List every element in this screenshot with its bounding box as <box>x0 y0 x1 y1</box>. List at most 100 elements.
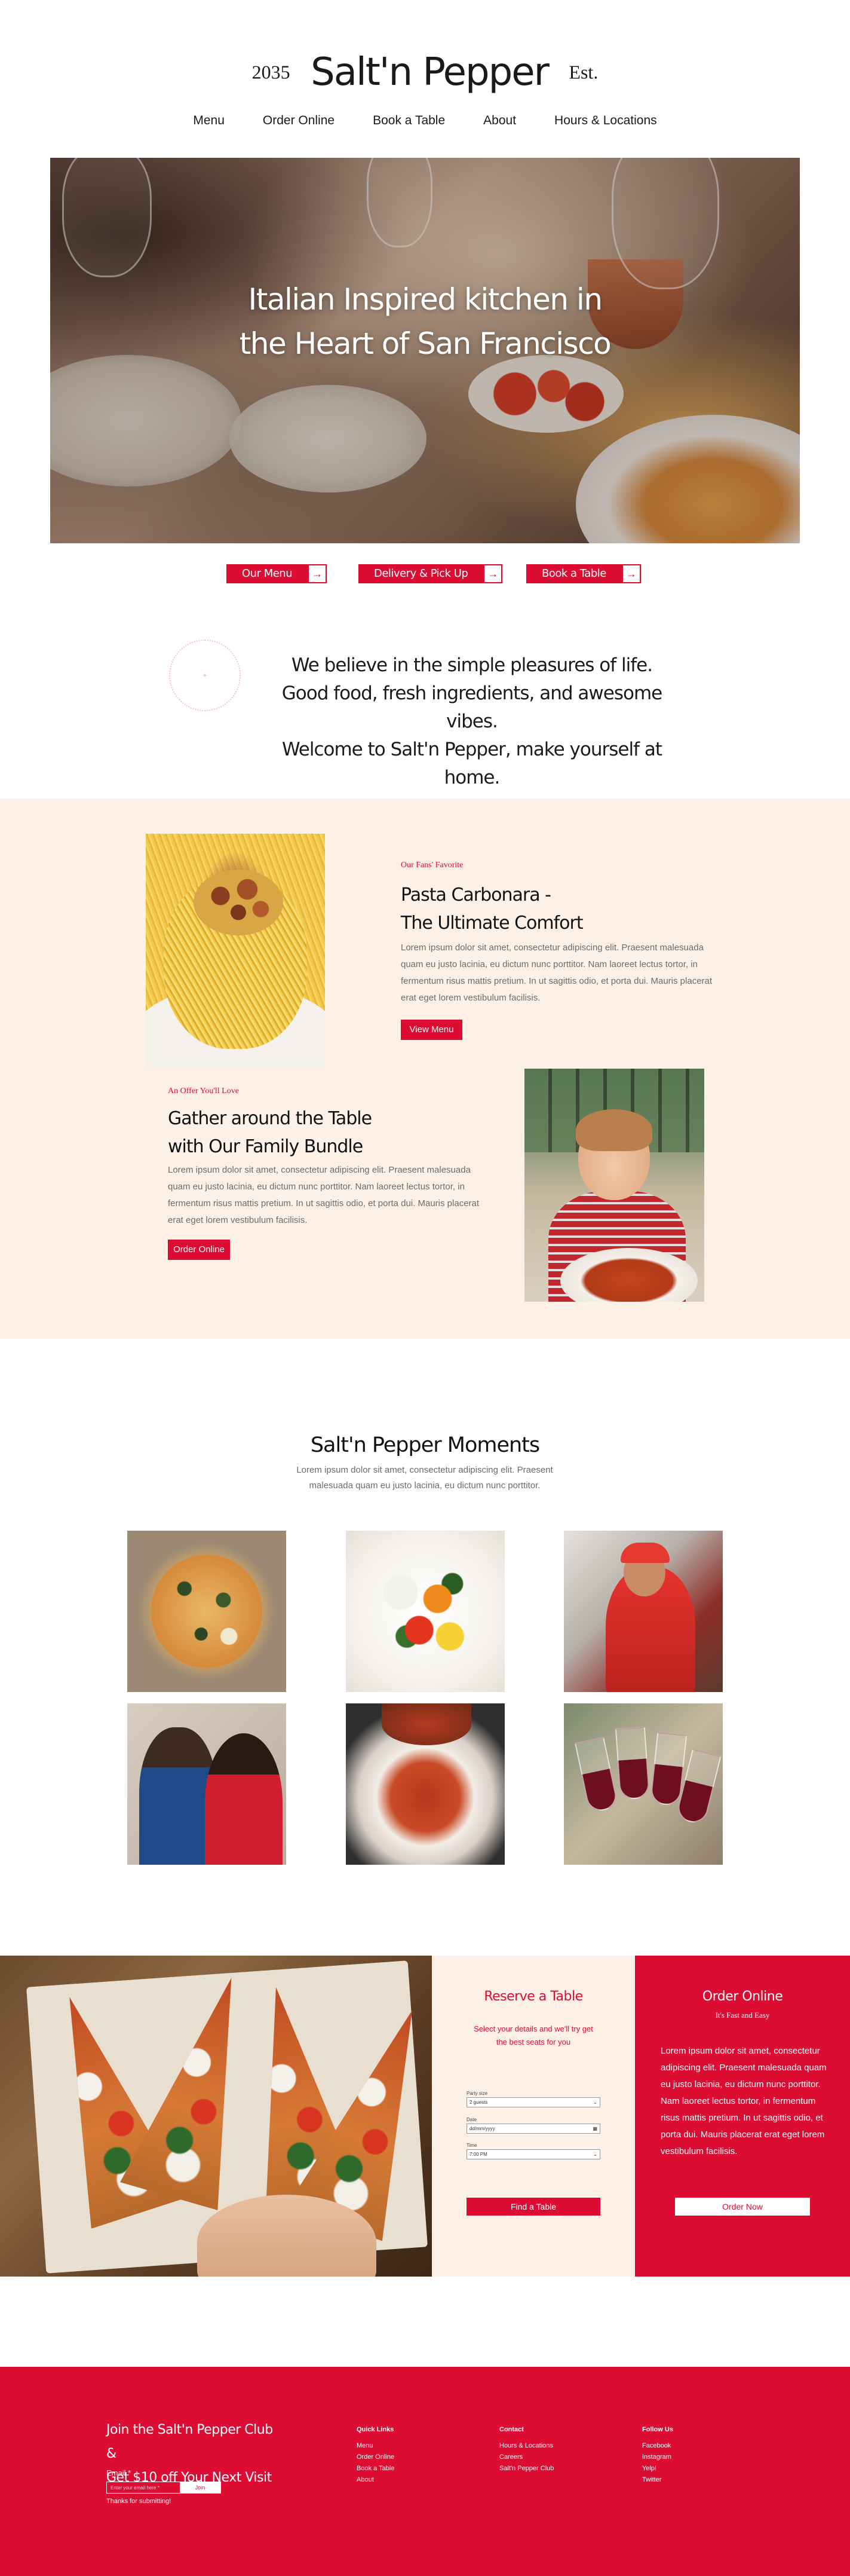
footer-link-yelp[interactable]: Yelp! <box>642 2463 673 2474</box>
time-label: Time <box>467 2143 477 2148</box>
gallery-pizza <box>151 1555 262 1668</box>
footer-link-instagram[interactable]: Instagram <box>642 2452 673 2463</box>
main-nav: Menu Order Online Book a Table About Hou… <box>0 114 850 128</box>
book-a-table-label: Book a Table <box>526 564 622 583</box>
footer: Join the Salt'n Pepper Club & Get $10 of… <box>0 2367 850 2576</box>
carbonara-image <box>146 834 325 1068</box>
book-a-table-button[interactable]: Book a Table → <box>526 564 641 583</box>
reserve-title: Reserve a Table <box>484 1989 583 2004</box>
our-menu-button[interactable]: Our Menu → <box>226 564 327 583</box>
feature1-eyebrow: Our Fans' Favorite <box>401 861 464 870</box>
date-label: Date <box>467 2117 477 2122</box>
gallery-image-chef[interactable] <box>564 1531 723 1692</box>
feature1-body: Lorem ipsum dolor sit amet, consectetur … <box>401 943 713 1003</box>
nav-item-about[interactable]: About <box>483 114 516 128</box>
feature2-eyebrow: An Offer You'll Love <box>168 1087 239 1096</box>
gallery-image-wine-toast[interactable] <box>564 1703 723 1865</box>
email-signup-form: Join <box>106 2482 221 2494</box>
welcome-line: Good food, fresh ingredients, and awesom… <box>281 683 663 732</box>
time-select[interactable]: 7:00 PM ⌄ <box>467 2149 600 2159</box>
delivery-pickup-button[interactable]: Delivery & Pick Up → <box>358 564 503 583</box>
footer-link-order-online[interactable]: Order Online <box>357 2452 394 2463</box>
find-a-table-button[interactable]: Find a Table <box>467 2198 600 2216</box>
reserve-table-panel: Reserve a Table Select your details and … <box>432 1956 635 2277</box>
reserve-subtitle: Select your details and we'll try get th… <box>474 2024 593 2046</box>
arrow-right-icon: → <box>483 564 503 583</box>
feature2-body: Lorem ipsum dolor sit amet, consectetur … <box>168 1165 480 1225</box>
nav-item-book-a-table[interactable]: Book a Table <box>373 114 445 128</box>
nav-item-order-online[interactable]: Order Online <box>263 114 335 128</box>
hero-image: Italian Inspired kitchen in the Heart of… <box>50 158 800 543</box>
gallery-chef-cap <box>621 1543 670 1563</box>
party-size-select[interactable]: 2 guests ⌄ <box>467 2097 600 2107</box>
welcome-statement: We believe in the simple pleasures of li… <box>263 651 681 792</box>
boy-eating-spaghetti-image <box>524 1069 704 1302</box>
gallery-image-couple[interactable] <box>127 1703 286 1865</box>
hero-headline: Italian Inspired kitchen in the Heart of… <box>50 277 800 366</box>
order-now-button[interactable]: Order Now <box>675 2198 810 2216</box>
nav-item-hours-locations[interactable]: Hours & Locations <box>554 114 657 128</box>
page: 2035 Salt'n Pepper Est. Menu Order Onlin… <box>0 0 850 2576</box>
party-size-value: 2 guests <box>470 2100 488 2105</box>
pizza-slices-image <box>0 1956 432 2277</box>
date-field[interactable]: dd/mm/yyyy ▦ <box>467 2124 600 2134</box>
club-heading: Join the Salt'n Pepper Club & Get $10 of… <box>106 2418 286 2490</box>
chevron-down-icon: ⌄ <box>593 2100 597 2105</box>
chevron-down-icon: ⌄ <box>593 2152 597 2157</box>
footer-contact: Contact Hours & Locations Careers Salt'n… <box>499 2424 554 2474</box>
footer-link-book-a-table[interactable]: Book a Table <box>357 2463 394 2474</box>
footer-follow-us: Follow Us Facebook Instagram Yelp! Twitt… <box>642 2424 673 2486</box>
feature2-title-line1: Gather around the Table <box>168 1108 372 1129</box>
welcome-line: We believe in the simple pleasures of li… <box>291 654 653 676</box>
brand-name[interactable]: Salt'n Pepper <box>311 50 550 94</box>
hero-headline-line2: the Heart of San Francisco <box>239 326 612 361</box>
feature2-title-line2: with Our Family Bundle <box>168 1136 363 1157</box>
order-body: Lorem ipsum dolor sit amet, consectetur … <box>661 2046 827 2156</box>
feature-section <box>0 799 850 1339</box>
order-tagline: It's Fast and Easy <box>715 2011 770 2020</box>
brand-header: 2035 Salt'n Pepper Est. <box>0 50 850 94</box>
nav-item-menu[interactable]: Menu <box>193 114 225 128</box>
moments-title: Salt'n Pepper Moments <box>310 1433 540 1457</box>
order-online-button[interactable]: Order Online <box>168 1240 230 1260</box>
gallery-sauce-bowl <box>382 1703 471 1745</box>
view-menu-button[interactable]: View Menu <box>401 1020 462 1040</box>
est-label: Est. <box>569 61 599 83</box>
footer-contact-heading: Contact <box>499 2426 524 2433</box>
circular-stamp-logo: ✦ <box>169 640 241 711</box>
party-size-label: Party size <box>467 2091 488 2096</box>
feature2-title: Gather around the Table with Our Family … <box>168 1105 372 1161</box>
gallery-image-caprese[interactable] <box>346 1531 505 1692</box>
gallery-wine-glass <box>575 1737 619 1813</box>
feature1-title-line1: Pasta Carbonara - <box>401 885 551 905</box>
feature1-title: Pasta Carbonara - The Ultimate Comfort <box>401 881 584 937</box>
moments-subtitle: Lorem ipsum dolor sit amet, consectetur … <box>296 1465 553 1491</box>
est-year: 2035 <box>251 61 290 83</box>
gallery-image-sauce-dish[interactable] <box>346 1703 505 1865</box>
gallery-wine-glass <box>615 1726 650 1800</box>
our-menu-label: Our Menu <box>226 564 308 583</box>
footer-link-club[interactable]: Salt'n Pepper Club <box>499 2463 554 2474</box>
cta-row: Our Menu → Delivery & Pick Up → Book a T… <box>0 564 850 585</box>
time-value: 7:00 PM <box>470 2152 487 2157</box>
footer-link-menu[interactable]: Menu <box>357 2440 394 2452</box>
date-value: dd/mm/yyyy <box>470 2126 495 2131</box>
submit-confirmation: Thanks for submitting! <box>106 2498 171 2505</box>
footer-quick-links: Quick Links Menu Order Online Book a Tab… <box>357 2424 394 2486</box>
arrow-right-icon: → <box>308 564 327 583</box>
club-heading-line1: Join the Salt'n Pepper Club & <box>106 2422 273 2461</box>
join-button[interactable]: Join <box>180 2482 220 2493</box>
footer-quick-links-heading: Quick Links <box>357 2426 394 2433</box>
gallery-caprese <box>364 1549 487 1674</box>
order-online-panel: Order Online It's Fast and Easy Lorem ip… <box>635 1956 850 2277</box>
footer-link-careers[interactable]: Careers <box>499 2452 554 2463</box>
footer-link-about[interactable]: About <box>357 2474 394 2486</box>
email-input[interactable] <box>107 2482 180 2493</box>
feature1-title-line2: The Ultimate Comfort <box>401 913 584 934</box>
gallery-image-pizza[interactable] <box>127 1531 286 1692</box>
email-label: Email * <box>106 2468 131 2477</box>
footer-link-twitter[interactable]: Twitter <box>642 2474 673 2486</box>
footer-link-hours-locations[interactable]: Hours & Locations <box>499 2440 554 2452</box>
carbonara-topping <box>194 870 283 935</box>
footer-link-facebook[interactable]: Facebook <box>642 2440 673 2452</box>
